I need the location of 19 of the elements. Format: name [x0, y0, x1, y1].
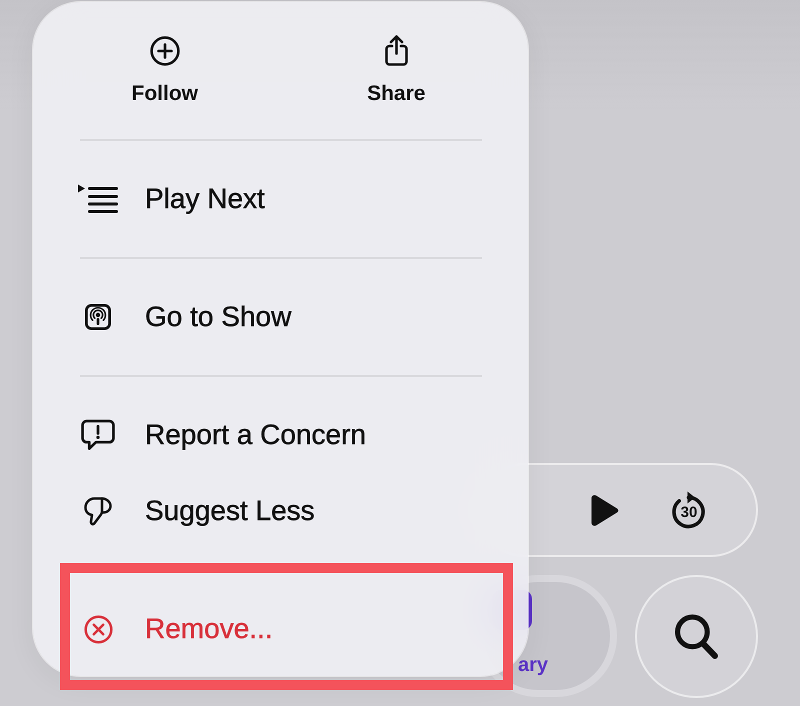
menu-item[interactable]: Report a Concern [33, 397, 528, 473]
plus-circle-icon [150, 36, 180, 66]
circular-arrow-icon [671, 491, 707, 529]
menu-item[interactable]: Play Next [33, 161, 528, 237]
search-icon [674, 614, 718, 660]
share-icon [384, 35, 408, 66]
broadcast-square-icon [85, 304, 111, 330]
x-circle-icon [84, 614, 112, 644]
menu-item[interactable]: Go to Show [33, 279, 528, 355]
thumbs-down-icon [84, 496, 112, 526]
skip-forward-button[interactable]: 30 [671, 491, 707, 529]
follow-button[interactable]: Follow [132, 33, 198, 108]
play-button[interactable] [591, 494, 619, 526]
tab-button[interactable]: ary [518, 654, 548, 676]
play-icon [591, 494, 619, 526]
menu-item[interactable]: Suggest Less [33, 473, 528, 549]
play-list-icon [78, 184, 118, 214]
exclamation-bubble-icon [81, 419, 115, 451]
share-button[interactable]: Share [367, 33, 426, 108]
